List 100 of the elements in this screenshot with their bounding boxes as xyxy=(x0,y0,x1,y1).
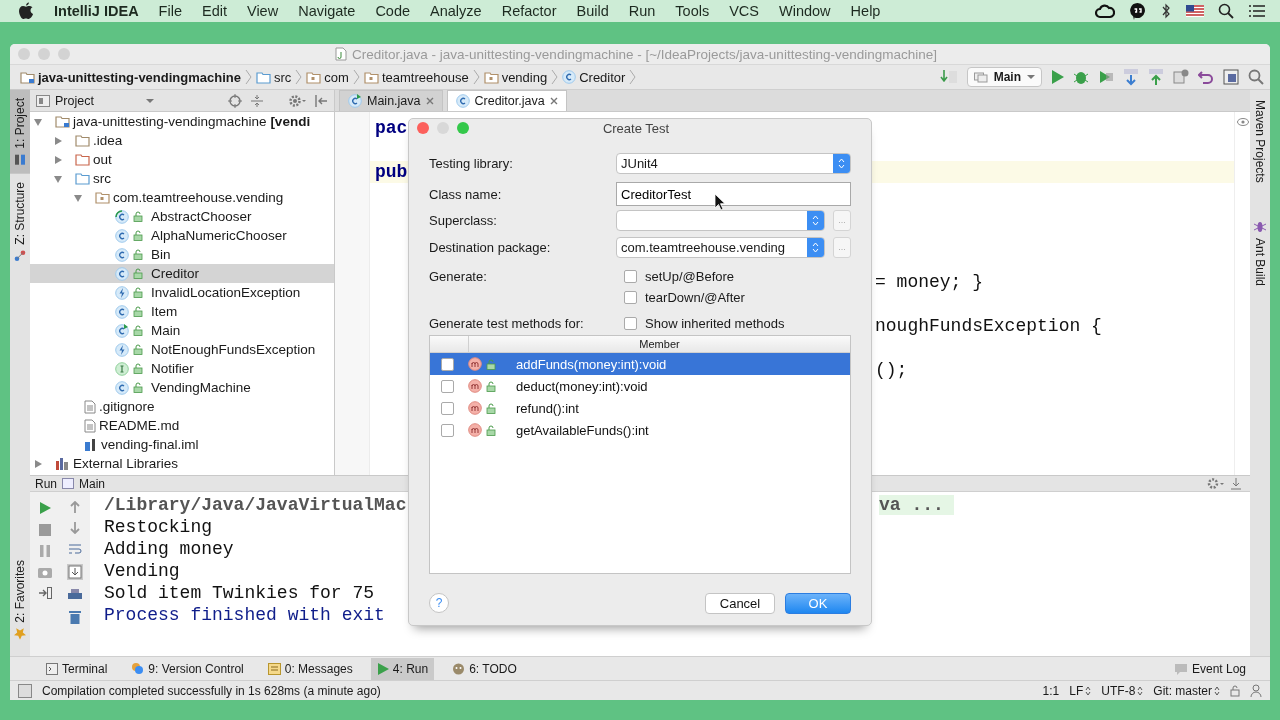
checkbox[interactable] xyxy=(441,423,454,437)
hide-panel-icon[interactable] xyxy=(314,93,328,108)
breadcrumb[interactable]: teamtreehouse xyxy=(363,69,469,85)
pause-icon[interactable] xyxy=(39,545,51,557)
tree-item[interactable]: External Libraries xyxy=(30,454,334,473)
tree-item[interactable]: Item xyxy=(30,302,334,321)
tool-window-tab[interactable]: 9: Version Control xyxy=(125,657,250,680)
menu-item[interactable]: Code xyxy=(375,3,411,19)
tree-item[interactable]: AlphaNumericChooser xyxy=(30,226,334,245)
revert-icon[interactable] xyxy=(1198,69,1214,85)
search-icon[interactable] xyxy=(1218,3,1234,19)
tool-window-button[interactable]: Ant Build xyxy=(1250,190,1270,294)
panel-toggle-icon[interactable] xyxy=(18,683,32,698)
breadcrumb[interactable]: java-unittesting-vendingmachine xyxy=(20,69,241,85)
menu-item[interactable]: Tools xyxy=(675,3,710,19)
menu-item[interactable]: Analyze xyxy=(430,3,482,19)
event-log-button[interactable]: Event Log xyxy=(1167,657,1252,680)
checkbox[interactable]: Show inherited methods xyxy=(624,315,785,331)
tree-item[interactable]: Notifier xyxy=(30,359,334,378)
vcs-update-icon[interactable] xyxy=(1123,68,1139,86)
tree-item[interactable]: Creditor xyxy=(30,264,334,283)
coverage-icon[interactable] xyxy=(1098,69,1114,85)
tree-item[interactable]: NotEnoughFundsException xyxy=(30,340,334,359)
tree-item[interactable]: vending-final.iml xyxy=(30,435,334,454)
settings-icon[interactable] xyxy=(288,93,306,108)
menu-item[interactable]: Build xyxy=(576,3,609,19)
checkbox[interactable] xyxy=(441,379,454,393)
menu-item[interactable]: VCS xyxy=(729,3,759,19)
checkbox[interactable] xyxy=(441,357,454,371)
checkbox[interactable]: tearDown/@After xyxy=(624,289,745,305)
run-configuration-dropdown[interactable]: Main xyxy=(966,67,1042,87)
line-separator-selector[interactable]: LF xyxy=(1069,683,1092,698)
lock-icon[interactable] xyxy=(1230,684,1240,697)
bluetooth-icon[interactable] xyxy=(1160,3,1172,19)
locate-icon[interactable] xyxy=(228,93,242,108)
tool-window-button[interactable]: Maven Projects xyxy=(1250,90,1270,191)
run-tab[interactable]: Main xyxy=(79,476,106,491)
tree-item[interactable]: com.teamtreehouse.vending xyxy=(30,188,334,207)
input-field[interactable]: CreditorTest xyxy=(616,182,851,206)
vcs-branch-selector[interactable]: Git: master xyxy=(1153,683,1220,698)
collapse-arrow-icon[interactable] xyxy=(53,173,63,184)
close-icon[interactable] xyxy=(425,97,434,105)
trash-icon[interactable] xyxy=(69,610,81,624)
tool-window-tab[interactable]: 0: Messages xyxy=(261,657,359,680)
cancel-button[interactable]: Cancel xyxy=(705,592,775,614)
collapse-all-icon[interactable] xyxy=(250,93,264,108)
member-row[interactable]: getAvailableFunds():int xyxy=(430,419,850,441)
zoom-button[interactable] xyxy=(457,122,469,134)
tree-item[interactable]: InvalidLocationException xyxy=(30,283,334,302)
member-row[interactable]: refund():int xyxy=(430,397,850,419)
project-structure-icon[interactable] xyxy=(1223,69,1239,85)
checkbox[interactable]: setUp/@Before xyxy=(624,268,735,284)
tree-item[interactable]: .gitignore xyxy=(30,397,334,416)
tree-item[interactable]: AbstractChooser xyxy=(30,207,334,226)
menu-item[interactable]: Navigate xyxy=(298,3,356,19)
pin-icon[interactable] xyxy=(1230,477,1242,490)
select-field[interactable] xyxy=(616,209,825,231)
menu-item[interactable]: Run xyxy=(628,3,656,19)
tool-window-button[interactable]: 2: Favorites xyxy=(10,552,30,648)
exit-icon[interactable] xyxy=(38,587,52,599)
vcs-commit-icon[interactable] xyxy=(1148,68,1164,86)
rerun-icon[interactable] xyxy=(39,501,51,515)
expand-arrow-icon[interactable] xyxy=(53,135,63,146)
breadcrumb[interactable]: com xyxy=(306,69,349,85)
menu-item[interactable]: Edit xyxy=(202,3,227,19)
breadcrumb[interactable]: src xyxy=(256,69,292,85)
debug-icon[interactable] xyxy=(1073,69,1089,85)
editor-tab[interactable]: Main.java xyxy=(339,90,443,111)
close-button[interactable] xyxy=(417,122,429,134)
member-row[interactable]: deduct(money:int):void xyxy=(430,375,850,397)
app-name[interactable]: IntelliJ IDEA xyxy=(54,3,139,19)
tree-item[interactable]: VendingMachine xyxy=(30,378,334,397)
caret-position[interactable]: 1:1 xyxy=(1042,683,1060,698)
up-arrow-icon[interactable] xyxy=(69,501,81,513)
collapse-arrow-icon[interactable] xyxy=(73,192,83,203)
tree-item[interactable]: Main xyxy=(30,321,334,340)
tree-item[interactable]: src xyxy=(30,169,334,188)
run-icon[interactable] xyxy=(1051,69,1064,85)
menu-item[interactable]: Window xyxy=(779,3,831,19)
encoding-selector[interactable]: UTF-8 xyxy=(1101,683,1144,698)
expand-arrow-icon[interactable] xyxy=(33,458,43,469)
tree-item[interactable]: Bin xyxy=(30,245,334,264)
flag-icon[interactable] xyxy=(1186,5,1204,17)
tool-window-button[interactable]: Z: Structure xyxy=(10,173,30,270)
tree-item[interactable]: out xyxy=(30,150,334,169)
tree-item[interactable]: .idea xyxy=(30,131,334,150)
wrap-icon[interactable] xyxy=(68,543,82,555)
breadcrumb[interactable]: vending xyxy=(483,69,548,85)
cloud-icon[interactable] xyxy=(1095,3,1115,19)
editor-tab[interactable]: Creditor.java xyxy=(446,90,567,111)
tree-item[interactable]: java-unittesting-vendingmachine [vendi xyxy=(30,112,334,131)
menu-item[interactable]: Help xyxy=(850,3,881,19)
collapse-arrow-icon[interactable] xyxy=(33,116,43,127)
person-icon[interactable] xyxy=(1250,684,1262,697)
breadcrumb[interactable]: Creditor xyxy=(562,69,626,85)
checkbox[interactable] xyxy=(441,401,454,415)
select-field[interactable]: JUnit4 xyxy=(616,152,851,174)
chat-bubble-icon[interactable] xyxy=(1129,2,1146,20)
close-icon[interactable] xyxy=(549,97,558,105)
expand-arrow-icon[interactable] xyxy=(53,154,63,165)
